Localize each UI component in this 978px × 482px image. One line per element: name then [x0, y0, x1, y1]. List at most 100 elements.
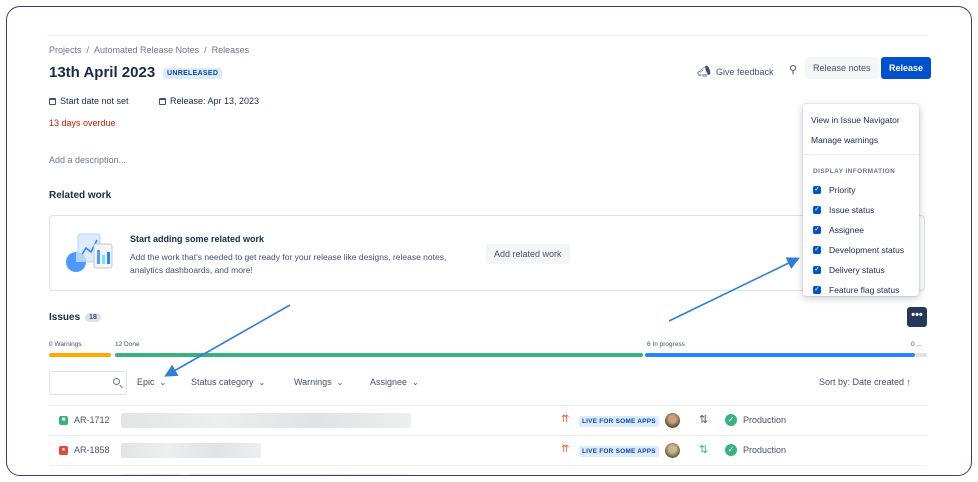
release-notes-button[interactable]: Release notes — [805, 57, 879, 79]
environment-label: Production — [743, 445, 787, 455]
issues-heading: Issues 18 — [49, 312, 101, 323]
breadcrumb-releases[interactable]: Releases — [212, 45, 250, 55]
priority-highest-icon: ⇈ — [561, 414, 570, 425]
related-work-description: Add the work that's needed to get ready … — [130, 252, 447, 275]
calendar-icon — [159, 97, 166, 105]
in-progress-bar[interactable] — [645, 353, 915, 357]
description-field[interactable]: Add a description... — [49, 155, 126, 165]
calendar-icon — [49, 97, 56, 105]
delivery-status-badge[interactable]: LIVE FOR SOME APPS — [579, 446, 659, 457]
todo-progress-bar[interactable] — [915, 353, 927, 357]
checkbox-checked-icon: ✓ — [813, 286, 821, 294]
epic-filter-label: Epic — [137, 377, 155, 387]
assignee-filter[interactable]: Assignee ⌄ — [370, 377, 419, 387]
issues-count-badge: 18 — [85, 313, 101, 322]
issue-summary-redacted — [121, 413, 411, 428]
table-row[interactable]: ● AR-1858 ⇈ LIVE FOR SOME APPS ⇅ ✓ Produ… — [49, 435, 927, 466]
related-work-card: Start adding some related work Add the w… — [49, 215, 925, 291]
more-actions-button[interactable]: ••• — [907, 307, 927, 327]
warnings-progress-label: 0 Warnings — [49, 341, 82, 348]
breadcrumb-separator: / — [86, 45, 90, 55]
issue-key[interactable]: AR-1712 — [74, 415, 110, 425]
related-work-heading: Related work — [49, 190, 112, 201]
branch-icon[interactable]: ⇅ — [699, 443, 708, 456]
check-circle-icon: ✓ — [725, 414, 737, 426]
done-progress-bar[interactable] — [115, 353, 643, 357]
bug-type-icon: ● — [59, 446, 68, 455]
pin-icon[interactable]: ⚲ — [789, 63, 797, 76]
status-badge: UNRELEASED — [163, 68, 223, 79]
checkbox-checked-icon: ✓ — [813, 206, 821, 214]
checkbox-checked-icon: ✓ — [813, 226, 821, 234]
environment-label: Production — [743, 415, 787, 425]
issue-key[interactable]: AR-1858 — [74, 445, 110, 455]
checkbox-checked-icon: ✓ — [813, 266, 821, 274]
breadcrumb-project[interactable]: Automated Release Notes — [94, 45, 199, 55]
checkbox-checked-icon: ✓ — [813, 186, 821, 194]
warnings-filter-label: Warnings — [294, 377, 332, 387]
breadcrumb: Projects / Automated Release Notes / Release… — [49, 45, 254, 55]
checkbox-development-status[interactable]: ✓ Development status — [813, 245, 904, 255]
display-options-menu: View in Issue Navigator Manage warnings … — [803, 104, 919, 296]
checkbox-label: Development status — [829, 245, 905, 255]
sort-button[interactable]: Sort by: Date created ↑ — [819, 377, 911, 387]
release-date-label: Release: Apr 13, 2023 — [170, 96, 260, 106]
checkbox-issue-status[interactable]: ✓ Issue status — [813, 205, 874, 215]
avatar[interactable] — [665, 413, 680, 428]
breadcrumb-projects[interactable]: Projects — [49, 45, 82, 55]
checkbox-delivery-status[interactable]: ✓ Delivery status — [813, 265, 885, 275]
screenshot-frame: Projects / Automated Release Notes / Release… — [6, 6, 972, 476]
checkbox-label: Feature flag status — [829, 285, 900, 295]
delivery-status-badge[interactable]: LIVE FOR SOME APPS — [579, 416, 659, 427]
branch-icon[interactable]: ⇅ — [699, 413, 708, 426]
megaphone-icon: 📣︎ — [697, 66, 711, 78]
checkbox-feature-flag-status[interactable]: ✓ Feature flag status — [813, 285, 899, 295]
issue-summary-redacted — [189, 474, 409, 475]
priority-highest-icon: ⇈ — [561, 444, 570, 455]
checkbox-label: Priority — [829, 185, 856, 195]
todo-progress-label: 0 ... — [911, 341, 922, 348]
issues-heading-label: Issues — [49, 312, 81, 323]
search-input[interactable] — [49, 371, 127, 395]
menu-item-manage-warnings[interactable]: Manage warnings — [811, 135, 878, 145]
issues-table: ■ AR-1712 ⇈ LIVE FOR SOME APPS ⇅ ✓ Produ… — [49, 405, 927, 475]
warnings-filter[interactable]: Warnings ⌄ — [294, 377, 343, 387]
related-work-illustration — [66, 233, 113, 272]
checkbox-label: Issue status — [829, 205, 875, 215]
menu-divider — [803, 154, 919, 155]
checkbox-label: Delivery status — [829, 265, 885, 275]
related-work-title: Start adding some related work — [130, 234, 265, 244]
search-icon — [113, 378, 120, 385]
story-type-icon: ■ — [59, 416, 68, 425]
done-progress-label: 12 Done — [115, 341, 140, 348]
checkbox-assignee[interactable]: ✓ Assignee — [813, 225, 864, 235]
page-title: 13th April 2023 — [49, 64, 156, 81]
release-button[interactable]: Release — [881, 57, 932, 79]
chevron-down-icon: ⌄ — [412, 377, 419, 387]
checkbox-label: Assignee — [829, 225, 864, 235]
chevron-down-icon: ⌄ — [258, 377, 266, 387]
epic-filter[interactable]: Epic ⌄ — [137, 377, 166, 387]
display-information-heading: DISPLAY INFORMATION — [813, 168, 896, 175]
breadcrumb-separator: / — [204, 45, 207, 55]
table-row[interactable]: ■ AR-1712 ⇈ LIVE FOR SOME APPS ⇅ ✓ Produ… — [49, 405, 927, 436]
issue-summary-redacted — [121, 474, 181, 475]
warnings-progress-bar[interactable] — [49, 353, 111, 357]
table-row[interactable] — [49, 465, 927, 475]
add-related-work-button[interactable]: Add related work — [486, 244, 570, 264]
give-feedback-label: Give feedback — [715, 66, 774, 77]
status-category-filter[interactable]: Status category ⌄ — [191, 377, 265, 387]
checkbox-checked-icon: ✓ — [813, 246, 821, 254]
start-date[interactable]: Start date not set — [49, 96, 129, 106]
issue-summary-redacted — [121, 443, 261, 458]
assignee-filter-label: Assignee — [370, 377, 408, 387]
annotation-arrow-epic — [164, 304, 291, 377]
give-feedback-button[interactable]: 📣︎ Give feedback — [697, 65, 774, 78]
menu-item-view-navigator[interactable]: View in Issue Navigator — [811, 115, 900, 125]
overdue-label: 13 days overdue — [49, 118, 116, 128]
avatar[interactable] — [665, 443, 680, 458]
start-date-label: Start date not set — [60, 96, 129, 106]
chevron-down-icon: ⌄ — [159, 377, 167, 387]
release-date[interactable]: Release: Apr 13, 2023 — [159, 96, 259, 106]
checkbox-priority[interactable]: ✓ Priority — [813, 185, 855, 195]
